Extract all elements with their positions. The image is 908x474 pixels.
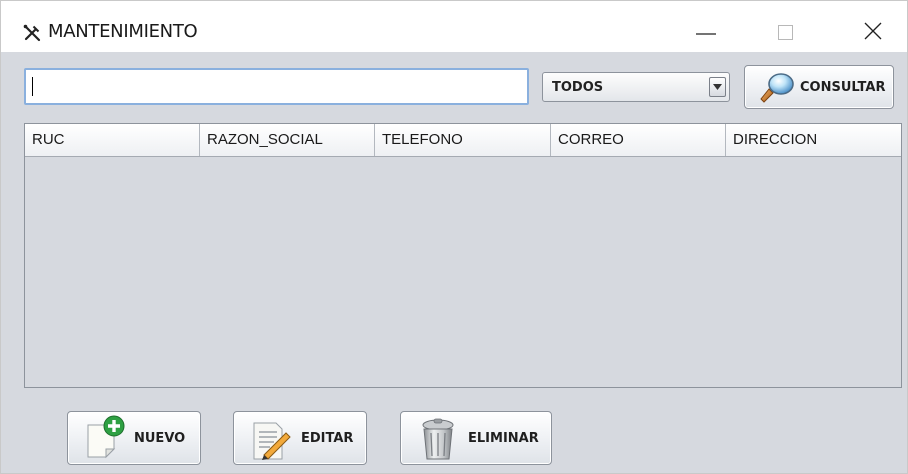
editar-label: EDITAR bbox=[301, 431, 354, 446]
dropdown-arrow-button[interactable] bbox=[709, 77, 726, 97]
results-table[interactable]: RUC RAZON_SOCIAL TELEFONO CORREO DIRECCI… bbox=[24, 123, 902, 388]
nuevo-label: NUEVO bbox=[134, 431, 186, 446]
maximize-icon bbox=[778, 25, 793, 40]
editar-button[interactable]: EDITAR bbox=[233, 411, 367, 465]
minimize-icon bbox=[696, 33, 716, 35]
search-input[interactable] bbox=[24, 68, 529, 105]
table-header: RUC RAZON_SOCIAL TELEFONO CORREO DIRECCI… bbox=[25, 124, 901, 157]
tools-icon bbox=[23, 24, 41, 42]
maximize-button[interactable] bbox=[766, 1, 812, 52]
trash-can-icon bbox=[420, 418, 456, 467]
text-caret bbox=[32, 77, 33, 96]
column-header-ruc[interactable]: RUC bbox=[25, 124, 200, 156]
window-title: MANTENIMIENTO bbox=[48, 21, 198, 42]
eliminar-button[interactable]: ELIMINAR bbox=[400, 411, 552, 465]
consultar-label: CONSULTAR bbox=[800, 80, 886, 95]
nuevo-button[interactable]: NUEVO bbox=[67, 411, 201, 465]
close-icon bbox=[864, 22, 882, 40]
title-bar: MANTENIMIENTO bbox=[1, 1, 907, 52]
magnifier-icon bbox=[759, 71, 795, 110]
filter-combobox[interactable]: TODOS bbox=[542, 72, 730, 102]
chevron-down-icon bbox=[713, 84, 722, 90]
filter-selected-value: TODOS bbox=[552, 80, 604, 95]
consultar-button[interactable]: CONSULTAR bbox=[744, 65, 894, 109]
new-document-icon bbox=[84, 415, 128, 466]
column-header-razon-social[interactable]: RAZON_SOCIAL bbox=[200, 124, 375, 156]
column-header-telefono[interactable]: TELEFONO bbox=[375, 124, 551, 156]
app-window: MANTENIMIENTO TODOS CONSULTAR RUC RAZON_… bbox=[0, 0, 908, 474]
column-header-direccion[interactable]: DIRECCION bbox=[726, 124, 901, 156]
edit-document-icon bbox=[250, 421, 294, 466]
minimize-button[interactable] bbox=[689, 1, 735, 52]
close-button[interactable] bbox=[852, 1, 898, 52]
column-header-correo[interactable]: CORREO bbox=[551, 124, 726, 156]
eliminar-label: ELIMINAR bbox=[468, 431, 539, 446]
